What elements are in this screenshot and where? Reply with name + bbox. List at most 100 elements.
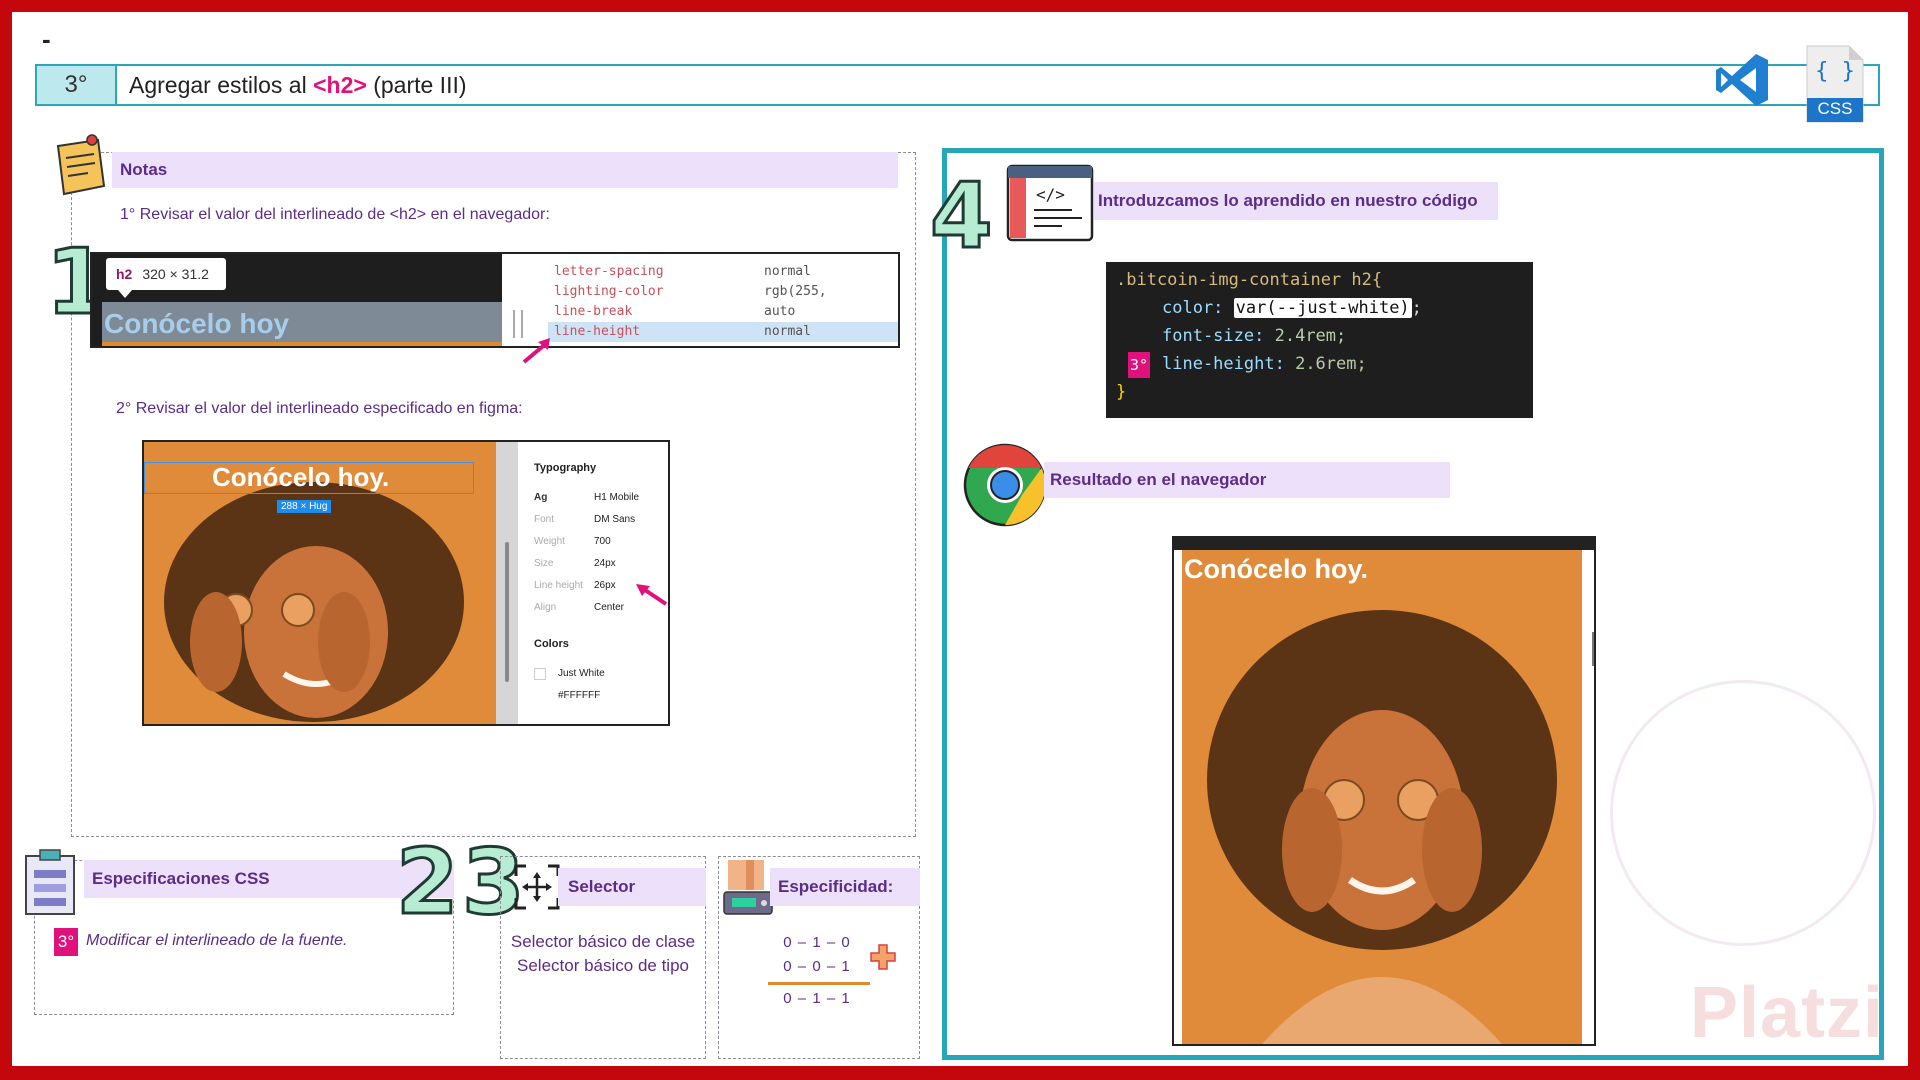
specificity-row: 0 – 1 – 0 [783,934,851,951]
figma-label: Ag [534,492,548,503]
figma-value: 24px [594,558,616,569]
code-value: 2.6rem; [1295,354,1367,374]
browser-scrollbar[interactable] [1592,632,1594,666]
svg-text:{ }: { } [1815,59,1855,84]
style-value: normal [764,264,811,279]
arrow-icon [636,584,668,606]
typography-title: Typography [534,462,597,474]
figma-label: Size [534,558,554,569]
color-swatch [534,668,546,680]
result-section-title: Resultado en el navegador [1044,462,1450,498]
figma-screenshot: Conócelo hoy. 288 × Hug Typography Ag H1… [142,440,670,726]
color-hex: #FFFFFF [558,690,601,701]
colors-title: Colors [534,638,569,650]
style-value: normal [764,324,811,339]
number-two: 2 [395,830,461,935]
devtools-screenshot: Conócelo hoy h2 320 × 31.2 letter-spacin… [90,252,900,348]
style-prop: lighting-color [554,284,664,299]
specs-item: Modificar el interlineado de la fuente. [86,932,348,949]
vscode-icon [1716,54,1768,106]
step-number: 3° [37,66,117,104]
title-suffix: (parte III) [373,72,467,98]
code-close-brace: } [1116,382,1127,402]
scale-icon [723,860,773,915]
code-value-highlight: var(--just-white) [1233,298,1412,318]
devtools-splitter[interactable] [513,310,523,338]
code-block: .bitcoin-img-container h2{ color: var(--… [1106,262,1533,418]
element-tooltip: h2 320 × 31.2 [106,258,226,290]
code-line-line-height: line-height: 2.6rem; [1162,354,1367,374]
figma-label: Line height [534,580,583,591]
specificity-row: 0 – 0 – 1 [783,958,851,975]
devtools-page-preview: Conócelo hoy h2 320 × 31.2 [92,254,502,346]
browser-topbar [1174,538,1594,550]
code-prop: font-size: [1162,326,1265,346]
chrome-icon [963,443,1047,527]
computed-styles: letter-spacing normal lighting-color rgb… [548,254,898,346]
selector-line: Selector básico de clase [510,932,696,951]
code-semicolon: ; [1411,298,1422,318]
style-prop: line-height [554,324,641,339]
figma-hug-label: 288 × Hug [277,500,332,513]
style-prop: line-break [554,304,633,319]
tooltip-size: 320 × 31.2 [142,266,209,282]
figma-label: Weight [534,536,565,547]
devtools-heading: Conócelo hoy [104,308,290,339]
style-row: letter-spacing normal [548,262,898,282]
figma-label: Font [534,514,555,525]
figma-value: 26px [594,580,616,591]
code-section-title: Introduzcamos lo aprendido en nuestro có… [1094,182,1498,220]
woman-illustration [1207,610,1557,1044]
platzi-watermark: Platzi [1690,973,1885,1053]
number-four: 4 [929,164,995,269]
step2-text: 2° Revisar el valor del interlineado esp… [116,400,523,417]
plus-icon [870,944,896,970]
figma-value: Center [594,602,625,613]
code-prop: color: [1162,298,1224,318]
figma-label: Align [534,602,557,613]
sum-line [768,982,870,985]
figma-value: H1 Mobile [594,492,640,503]
slide-dash: - [42,24,51,54]
code-selector: .bitcoin-img-container h2{ [1116,270,1383,290]
selector-title: Selector [558,868,706,906]
clipboard-icon [25,849,75,915]
code-line-font-size: font-size: 2.4rem; [1162,326,1346,346]
tooltip-arrow [118,290,132,298]
code-prop: line-height: [1162,354,1285,374]
result-heading: Conócelo hoy. [1184,554,1369,584]
result-photo: Conócelo hoy. [1182,550,1582,1044]
style-value: auto [764,304,796,319]
notes-title: Notas [112,152,898,188]
tooltip-tag: h2 [116,266,133,282]
code-value: 2.4rem; [1274,326,1347,346]
step-badge: 3° [54,928,78,956]
style-row-selected: line-height normal [548,322,898,342]
specificity-title: Especificidad: [770,868,920,906]
specificity-total: 0 – 1 – 1 [783,990,851,1007]
color-name: Just White [558,668,605,679]
selector-line: Selector básico de tipo [517,956,689,975]
watermark-circle [1610,680,1876,946]
step1-text: 1° Revisar el valor del interlineado de … [120,206,550,223]
style-row: line-break auto [548,302,898,322]
title-prefix: Agregar estilos al [129,72,307,98]
step-badge: 3° [1128,352,1150,378]
slide-title: Agregar estilos al <h2> (parte III) [129,72,467,99]
notepad-icon [56,134,106,196]
arrow-icon [522,338,550,364]
style-row: lighting-color rgb(255, [548,282,898,302]
figma-photo: Conócelo hoy. 288 × Hug [144,442,496,724]
css-label: CSS [1817,99,1853,118]
figma-value: 700 [594,536,611,547]
code-line-color: color: var(--just-white); [1162,298,1422,318]
title-tag: <h2> [313,72,367,98]
inspector-scrollbar[interactable] [505,542,509,682]
svg-text:</>: </> [1036,185,1065,204]
image-edge [102,342,502,346]
code-window-icon: </> [1006,164,1094,242]
selection-move-icon [514,864,560,910]
figma-heading: Conócelo hoy. [212,462,390,492]
browser-result: Conócelo hoy. [1172,536,1596,1046]
title-bar: 3° Agregar estilos al <h2> (parte III) [35,64,1880,106]
